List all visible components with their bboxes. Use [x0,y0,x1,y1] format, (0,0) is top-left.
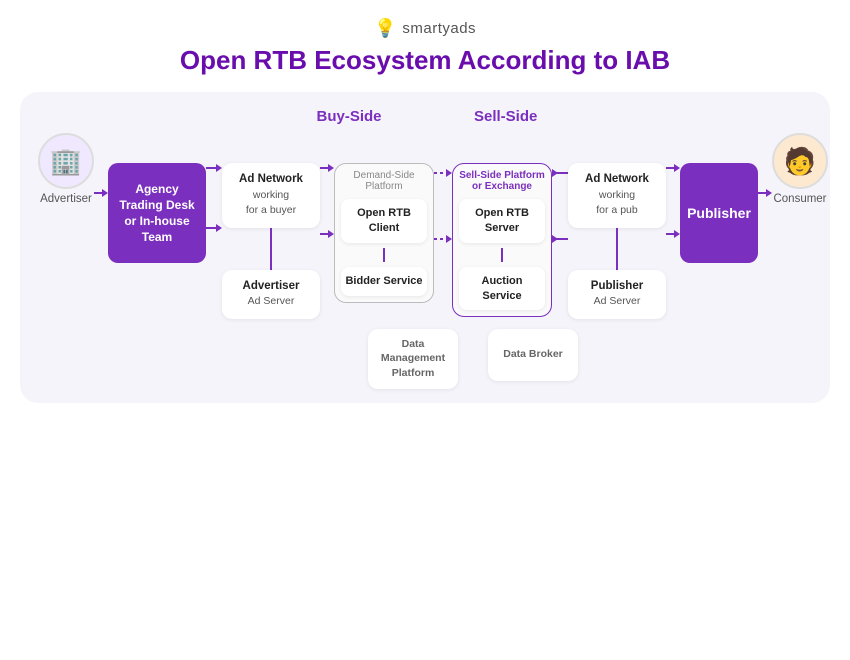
ssp-v-connector [501,248,503,262]
ad-network-buy-main: Ad Network [239,173,303,185]
diagram-container: Buy-Side Sell-Side 🏢 Advertiser [20,92,830,403]
arrow-to-dsp-top-icon [320,163,334,173]
arrows-agency-to-buy [206,163,222,233]
publisher-box: Publisher [680,163,758,263]
advertiser-column: 🏢 Advertiser [38,133,94,205]
arrows-to-publisher [666,163,680,239]
ad-network-sell-sub: working for a pub [596,189,637,217]
publisher-column: Publisher [680,163,758,263]
arrow-right-icon [94,188,108,198]
dotted-arrow-top-icon [434,168,452,178]
bidder-service-box: Bidder Service [341,267,427,296]
advertiser-ad-server-box: Advertiser Ad Server [222,270,320,319]
consumer-avatar: 🧑 [772,133,828,189]
ssp-container: Sell-Side Platform or Exchange Open RTB … [452,163,552,317]
publisher-ad-server-sub: Ad Server [594,295,641,307]
arrow-from-ssp-top-icon [552,168,568,178]
diagram-main: 🏢 Advertiser Agency Trading Desk [38,133,818,319]
ssp-label: Sell-Side Platform or Exchange [459,170,545,192]
page-title: Open RTB Ecosystem According to IAB [180,45,670,76]
dotted-arrows [434,168,452,244]
advertiser-avatar: 🏢 [38,133,94,189]
v-connector-sell [616,228,618,270]
auction-service-box: Auction Service [459,267,545,311]
agency-label: Agency Trading Desk or In-house Team [119,181,194,246]
ad-network-sell-main: Ad Network [585,173,649,185]
arrow-to-pub-bottom-icon [666,229,680,239]
logo-icon: 💡 [374,18,396,39]
advertiser-label: Advertiser [40,193,92,205]
sell-side-label: Sell-Side [464,108,537,125]
dsp-label: Demand-Side Platform [341,170,427,192]
publisher-ad-server-box: Publisher Ad Server [568,270,666,319]
v-connector-buy [270,228,272,270]
dsp-v-connector [383,248,385,262]
agency-box: Agency Trading Desk or In-house Team [108,163,206,263]
page: 💡 smartyads Open RTB Ecosystem According… [0,0,850,660]
arrows-to-dsp [320,163,334,239]
ad-network-sell-box: Ad Network working for a pub [568,163,666,228]
buy-middle-column: Ad Network working for a buyer Advertise… [222,163,320,319]
advertiser-ad-server-main: Advertiser [243,280,300,292]
arrow-to-consumer-icon [758,188,772,198]
advertiser-ad-server-sub: Ad Server [248,295,295,307]
arrow-adv-agency [94,188,108,198]
arrow-to-adnetwork-icon [206,163,222,173]
section-headers: Buy-Side Sell-Side [38,108,818,125]
logo-area: 💡 smartyads [374,18,476,39]
ad-network-buy-sub: working for a buyer [246,189,296,217]
arrow-to-pub-top-icon [666,163,680,173]
diagram: Buy-Side Sell-Side 🏢 Advertiser [38,108,818,389]
arrows-ssp-to-sell [552,168,568,244]
dsp-container: Demand-Side Platform Open RTB Client Bid… [334,163,434,303]
consumer-column: 🧑 Consumer [772,133,828,205]
dotted-arrow-bottom-icon [434,234,452,244]
arrow-to-dsp-bottom-icon [320,229,334,239]
data-broker-box: Data Broker [488,329,578,381]
arrow-to-adserver-icon [206,223,222,233]
dmp-box: Data Management Platform [368,329,458,389]
sell-middle-column: Ad Network working for a pub Publisher A… [568,163,666,319]
consumer-label: Consumer [773,193,826,205]
data-row: Data Management Platform Data Broker [38,329,818,389]
ad-network-buy-box: Ad Network working for a buyer [222,163,320,228]
logo-text: smartyads [402,20,476,37]
open-rtb-server-box: Open RTB Server [459,199,545,243]
open-rtb-client-box: Open RTB Client [341,199,427,243]
arrow-from-ssp-bottom-icon [552,234,568,244]
publisher-ad-server-main: Publisher [591,280,643,292]
arrow-pub-consumer [758,188,772,198]
agency-column: Agency Trading Desk or In-house Team [108,163,206,263]
buy-side-label: Buy-Side [234,108,464,125]
